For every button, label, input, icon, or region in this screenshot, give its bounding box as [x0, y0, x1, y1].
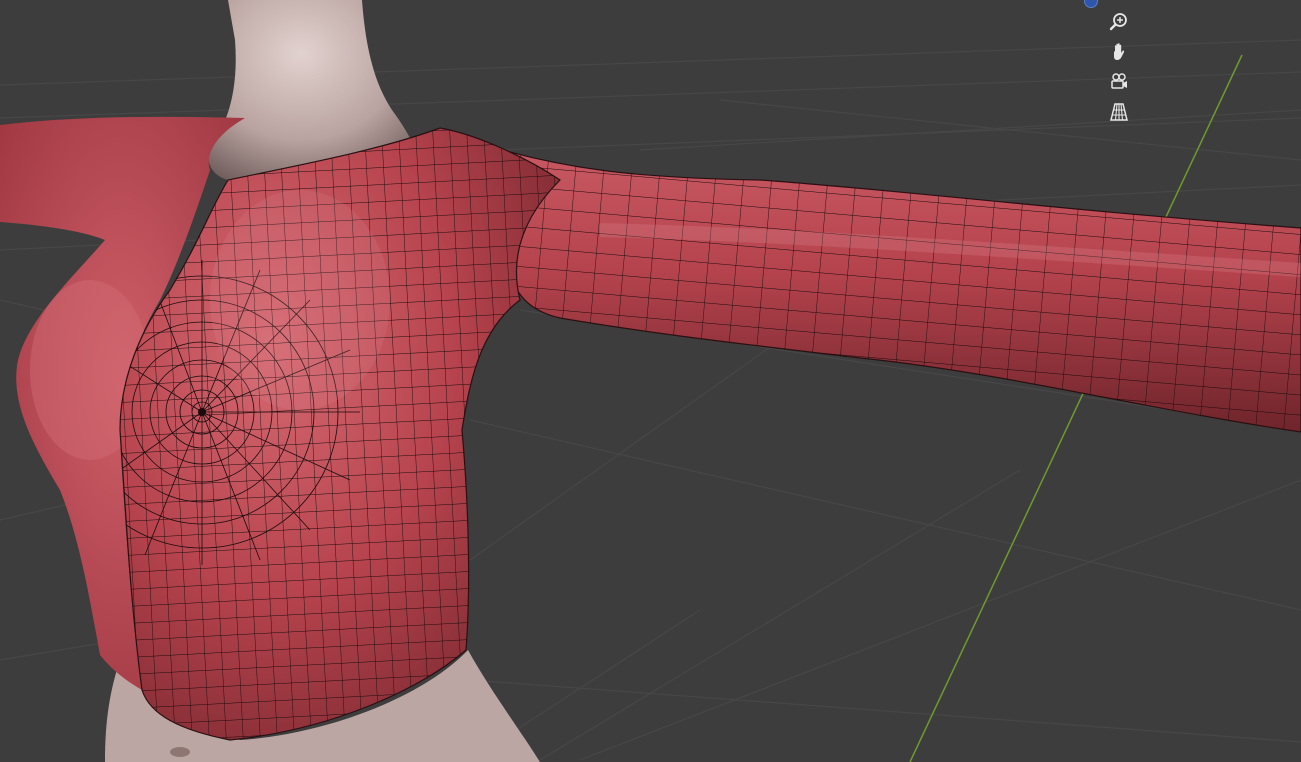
zoom-in-icon: [1109, 13, 1127, 31]
pan-button[interactable]: [1105, 38, 1133, 66]
camera-view-button[interactable]: [1105, 68, 1133, 96]
zoom-button[interactable]: [1105, 8, 1133, 36]
3d-viewport[interactable]: [0, 0, 1301, 762]
navel: [170, 747, 190, 757]
grid-perspective-icon: [1110, 103, 1128, 121]
camera-icon: [1111, 73, 1127, 89]
navigation-gizmo: [1104, 8, 1134, 130]
perspective-toggle-button[interactable]: [1105, 98, 1133, 126]
hand-icon: [1114, 43, 1125, 60]
arm-wireframe: [470, 140, 1301, 432]
nipple-pole: [198, 408, 206, 416]
